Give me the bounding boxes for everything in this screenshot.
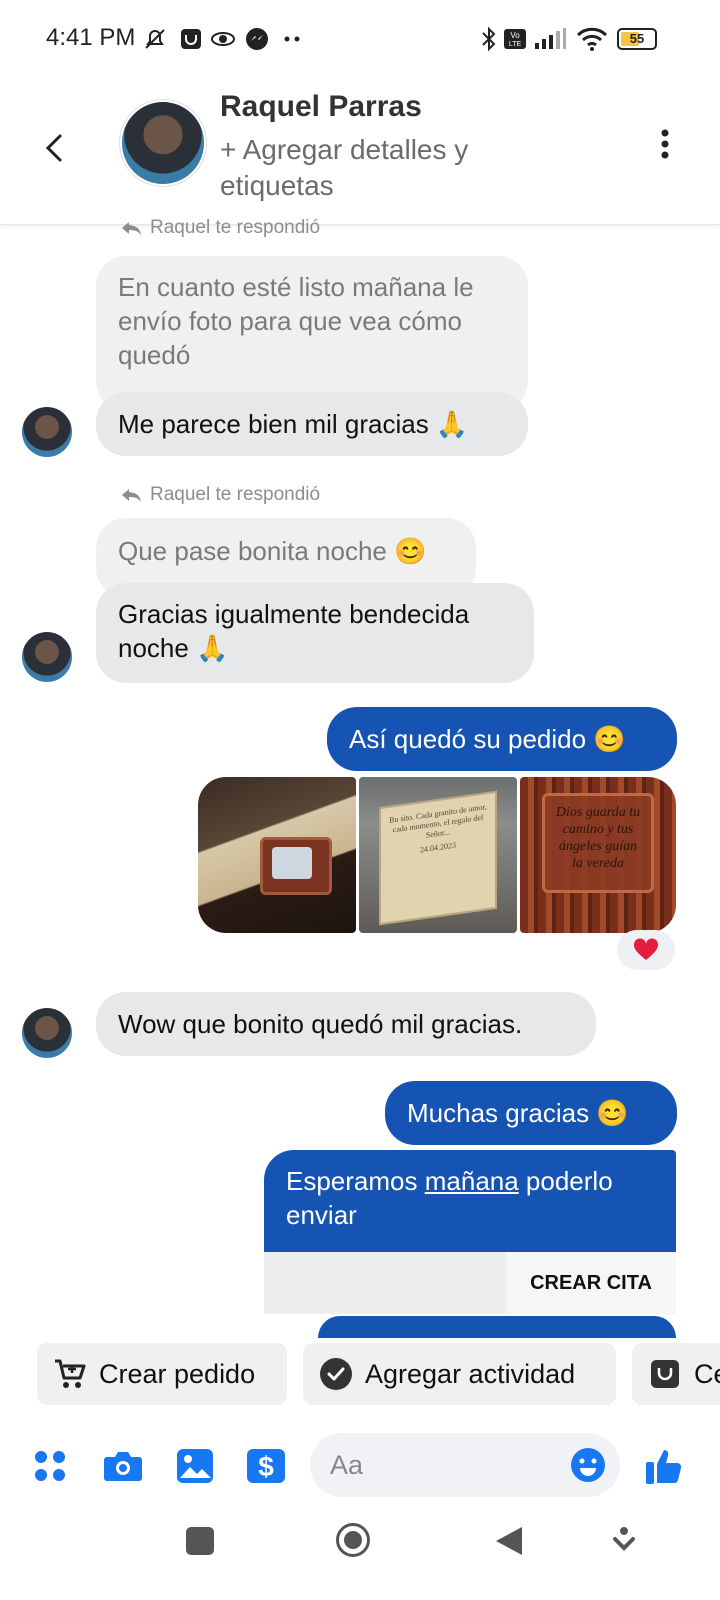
bluetooth-icon xyxy=(476,26,502,52)
vertical-dots-icon xyxy=(661,129,669,159)
back-button[interactable] xyxy=(36,124,76,172)
four-dots-icon xyxy=(35,1451,65,1481)
check-circle-icon xyxy=(319,1357,353,1391)
reply-arrow-icon xyxy=(122,222,141,235)
status-bar: 4:41 PM Vo LTE 55 xyxy=(0,0,720,80)
date-link[interactable]: mañana xyxy=(425,1166,519,1196)
chevron-down-icon xyxy=(613,1527,635,1551)
incoming-message[interactable]: Wow que bonito quedó mil gracias. xyxy=(96,992,596,1056)
back-nav-button[interactable] xyxy=(494,1525,524,1562)
add-details-link[interactable]: + Agregar detalles y etiquetas xyxy=(220,132,520,204)
svg-text:$: $ xyxy=(258,1451,274,1482)
contact-name[interactable]: Raquel Parras xyxy=(220,90,422,124)
volte-icon: Vo LTE xyxy=(502,26,528,52)
signal-icon xyxy=(532,26,568,52)
payment-button[interactable]: $ xyxy=(246,1446,286,1486)
like-button[interactable] xyxy=(644,1446,684,1486)
messenger-icon xyxy=(244,26,270,52)
incoming-message[interactable]: Me parece bien mil gracias 🙏 xyxy=(96,392,528,456)
chat-header: Raquel Parras + Agregar detalles y etiqu… xyxy=(0,80,720,225)
smiley-icon xyxy=(571,1448,605,1482)
bag-icon xyxy=(648,1357,682,1391)
create-appointment-button[interactable]: CREAR CITA xyxy=(506,1252,676,1314)
outgoing-message[interactable]: Muchas gracias 😊 xyxy=(385,1081,677,1145)
more-options-button[interactable] xyxy=(650,124,680,164)
quoted-message[interactable]: En cuanto esté listo mañana le envío fot… xyxy=(96,256,528,411)
thumbs-up-icon xyxy=(646,1450,682,1484)
home-button[interactable] xyxy=(336,1523,370,1557)
message-input[interactable]: Aa xyxy=(310,1433,620,1497)
battery-icon: 55 xyxy=(614,26,660,52)
reply-note: Raquel te respondió xyxy=(120,484,320,506)
cart-icon xyxy=(53,1357,87,1391)
apps-grid-button[interactable] xyxy=(30,1446,70,1486)
triangle-back-icon xyxy=(496,1527,522,1555)
app-notification-icon xyxy=(178,26,204,52)
svg-text:Vo: Vo xyxy=(510,31,520,40)
camera-button[interactable] xyxy=(103,1446,143,1486)
emoji-button[interactable] xyxy=(570,1447,606,1483)
assistant-button[interactable] xyxy=(612,1525,636,1562)
add-activity-chip[interactable]: Agregar actividad xyxy=(303,1343,616,1405)
sender-avatar[interactable] xyxy=(22,1008,72,1058)
battery-level: 55 xyxy=(629,31,645,46)
status-time: 4:41 PM xyxy=(46,24,136,51)
home-dot-icon xyxy=(344,1531,362,1549)
svg-text:LTE: LTE xyxy=(509,41,522,48)
sender-avatar[interactable] xyxy=(22,407,72,457)
image-icon xyxy=(177,1449,213,1483)
gallery-button[interactable] xyxy=(175,1446,215,1486)
dollar-icon: $ xyxy=(247,1449,285,1483)
reply-note: Raquel te respondió xyxy=(120,217,320,239)
outgoing-message-card[interactable]: Esperamos mañana poderlo enviar xyxy=(264,1150,676,1252)
input-placeholder: Aa xyxy=(330,1449,364,1480)
contact-avatar[interactable] xyxy=(120,100,206,186)
bell-muted-icon xyxy=(142,26,168,52)
heart-reaction[interactable] xyxy=(617,930,675,970)
card-action-bar: CREAR CITA xyxy=(264,1252,676,1314)
camera-icon xyxy=(104,1452,142,1481)
chevron-left-icon xyxy=(45,134,62,162)
eye-app-icon xyxy=(210,26,236,52)
heart-icon xyxy=(633,938,659,960)
system-nav-bar xyxy=(0,1515,720,1600)
sender-avatar[interactable] xyxy=(22,632,72,682)
outgoing-message[interactable]: Así quedó su pedido 😊 xyxy=(327,707,677,771)
create-order-chip[interactable]: Crear pedido xyxy=(37,1343,287,1405)
order-photo-3[interactable]: Dios guarda tu camino y tus ángeles guía… xyxy=(520,777,676,933)
engraved-text: Dios guarda tu camino y tus ángeles guía… xyxy=(542,793,654,893)
more-dots-icon xyxy=(280,26,306,52)
order-photo-1[interactable] xyxy=(198,777,356,933)
outgoing-message-partial[interactable] xyxy=(318,1316,676,1338)
wifi-icon xyxy=(576,26,608,52)
recents-button[interactable] xyxy=(186,1527,214,1555)
more-chip[interactable]: Ce xyxy=(632,1343,720,1405)
incoming-message[interactable]: Gracias igualmente bendecida noche 🙏 xyxy=(96,583,534,683)
order-photo-2[interactable]: Bu sito. Cada granito de amor, cada mome… xyxy=(359,777,517,933)
reply-arrow-icon xyxy=(122,489,141,502)
